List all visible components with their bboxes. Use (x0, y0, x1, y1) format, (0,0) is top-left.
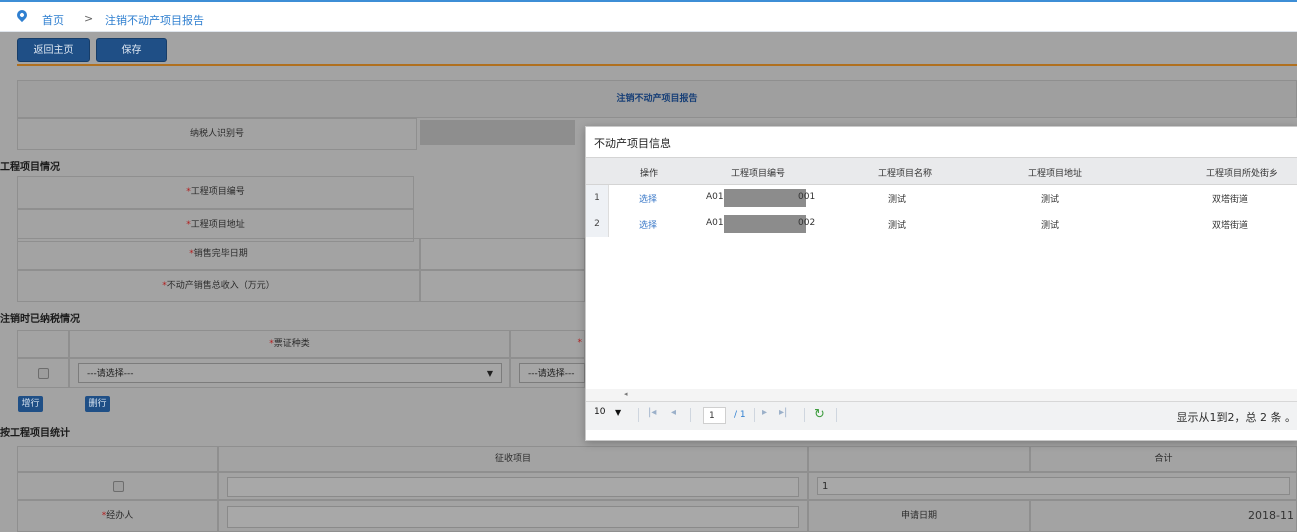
breadcrumb-current: 注销不动产项目报告 (105, 14, 204, 27)
tax-header-check-cell (17, 330, 69, 358)
ticket-select-cell-2: ---请选择--- (510, 358, 585, 388)
project-name: 测试 (888, 195, 907, 205)
pager-separator (690, 408, 691, 422)
next-page-icon[interactable]: ▸ (762, 407, 767, 418)
total-income-label: 不动产销售总收入（万元） (166, 281, 275, 291)
stats-header-empty (17, 446, 218, 472)
page-total: / 1 (734, 410, 746, 420)
sale-date-row: *销售完毕日期 (17, 238, 420, 270)
breadcrumb-home[interactable]: 首页 (42, 12, 64, 28)
last-page-icon[interactable]: ▸| (779, 407, 787, 418)
project-code-suffix: 002 (798, 218, 816, 228)
sale-done-date-input[interactable] (420, 238, 585, 270)
collect-item-label: 征收项目 (218, 446, 808, 472)
project-street: 双塔街道 (1212, 221, 1249, 231)
taxpayer-id-label: 纳税人识别号 (17, 118, 417, 150)
page-size-select[interactable]: 10 ▼ (594, 407, 630, 423)
select-link[interactable]: 选择 (639, 218, 657, 231)
toolbar-divider (17, 64, 1297, 66)
section-tax-paid: 注销时已纳税情况 (0, 314, 80, 325)
row-number: 2 (586, 211, 609, 237)
ticket-select-cell: ---请选择--- ▼ (69, 358, 510, 388)
pager-separator (804, 408, 805, 422)
tax-row-checkbox[interactable] (38, 368, 49, 379)
table-row[interactable]: 1 选择 A01 001 测试 测试 双塔街道 (586, 185, 1297, 211)
total-value-field[interactable]: 1 (817, 477, 1290, 495)
agent-row: *经办人 (17, 500, 218, 532)
col-project-name: 工程项目名称 (878, 169, 933, 179)
add-row-button[interactable]: 增行 (18, 396, 43, 412)
total-income-row: *不动产销售总收入（万元） (17, 270, 420, 302)
ticket-type-select-value: ---请选择--- (87, 369, 134, 379)
pager-separator (638, 408, 639, 422)
project-code-prefix: A01 (706, 192, 724, 202)
page-size-value: 10 (594, 407, 606, 417)
project-code-prefix: A01 (706, 218, 724, 228)
redacted-code (724, 189, 806, 207)
project-info-dialog: 不动产项目信息 操作 工程项目编号 工程项目名称 工程项目地址 工程项目所处街乡… (585, 126, 1297, 441)
stats-total-cell: 1 (808, 472, 1297, 500)
agent-field-cell (218, 500, 808, 532)
section-project: 工程项目情况 (0, 162, 60, 173)
project-address: 测试 (1041, 221, 1060, 231)
breadcrumb-separator: > (84, 12, 94, 25)
col-project-street: 工程项目所处街乡 (1206, 169, 1279, 179)
delete-row-button[interactable]: 删行 (85, 396, 110, 412)
col-action: 操作 (640, 169, 659, 179)
project-name: 测试 (888, 221, 907, 231)
pager-separator (836, 408, 837, 422)
ticket-select-2[interactable]: ---请选择--- (519, 363, 585, 383)
pagination-bar: 10 ▼ |◂ ◂ 1 / 1 ▸ ▸| ↻ 显示从1到2，总 2 条 。 (586, 401, 1297, 430)
agent-label: 经办人 (106, 511, 134, 521)
collect-item-input[interactable] (227, 477, 799, 497)
stats-header-spacer (808, 446, 1030, 472)
project-address: 测试 (1041, 195, 1060, 205)
chevron-down-icon: ▼ (486, 369, 493, 378)
page-number-input[interactable]: 1 (703, 407, 726, 424)
first-page-icon[interactable]: |◂ (648, 407, 656, 418)
total-income-input[interactable] (420, 270, 585, 302)
section-stats: 按工程项目统计 (0, 428, 70, 439)
grid-header: 操作 工程项目编号 工程项目名称 工程项目地址 工程项目所处街乡 (586, 157, 1297, 185)
ticket-type-header: *票证种类 (69, 330, 510, 358)
horizontal-scrollbar[interactable]: ◂ (586, 389, 1297, 401)
taxpayer-id-field (420, 120, 575, 145)
stats-check-cell (17, 472, 218, 500)
ticket-type-label: 票证种类 (273, 339, 310, 349)
project-code-suffix: 001 (798, 192, 816, 202)
chevron-down-icon: ▼ (615, 408, 622, 417)
sale-done-date-label: 销售完毕日期 (193, 249, 248, 259)
form-title: 注销不动产项目报告 (17, 80, 1297, 118)
col-project-address: 工程项目地址 (1028, 169, 1083, 179)
project-no-row: *工程项目编号 (17, 176, 414, 209)
scroll-left-icon[interactable]: ◂ (624, 390, 628, 398)
breadcrumb: 首页 > 注销不动产项目报告 (0, 2, 1297, 32)
stats-row-checkbox[interactable] (113, 481, 124, 492)
apply-date-label: 申请日期 (808, 500, 1030, 532)
total-label: 合计 (1030, 446, 1297, 472)
redacted-code (724, 215, 806, 233)
prev-page-icon[interactable]: ◂ (671, 407, 676, 418)
page-info: 显示从1到2，总 2 条 。 (1176, 411, 1297, 424)
pager-separator (754, 408, 755, 422)
location-pin-icon (14, 7, 30, 23)
refresh-icon[interactable]: ↻ (814, 407, 825, 422)
agent-input[interactable] (227, 506, 799, 528)
row-number: 1 (586, 185, 609, 211)
table-row[interactable]: 2 选择 A01 002 测试 测试 双塔街道 (586, 211, 1297, 237)
select-link[interactable]: 选择 (639, 192, 657, 205)
col-project-code: 工程项目编号 (731, 169, 786, 179)
project-street: 双塔街道 (1212, 195, 1249, 205)
apply-date-value[interactable]: 2018-11 (1030, 500, 1297, 532)
save-button[interactable]: 保存 (96, 38, 167, 62)
stats-item-cell (218, 472, 808, 500)
dialog-title: 不动产项目信息 (594, 137, 671, 150)
tax-row-check-cell (17, 358, 69, 388)
project-no-label: 工程项目编号 (190, 187, 245, 197)
ticket-header-cell-2: * (510, 330, 585, 358)
back-home-button[interactable]: 返回主页 (17, 38, 90, 62)
project-address-label: 工程项目地址 (190, 220, 245, 230)
ticket-type-select[interactable]: ---请选择--- ▼ (78, 363, 502, 383)
ticket-select-2-value: ---请选择--- (528, 369, 575, 379)
